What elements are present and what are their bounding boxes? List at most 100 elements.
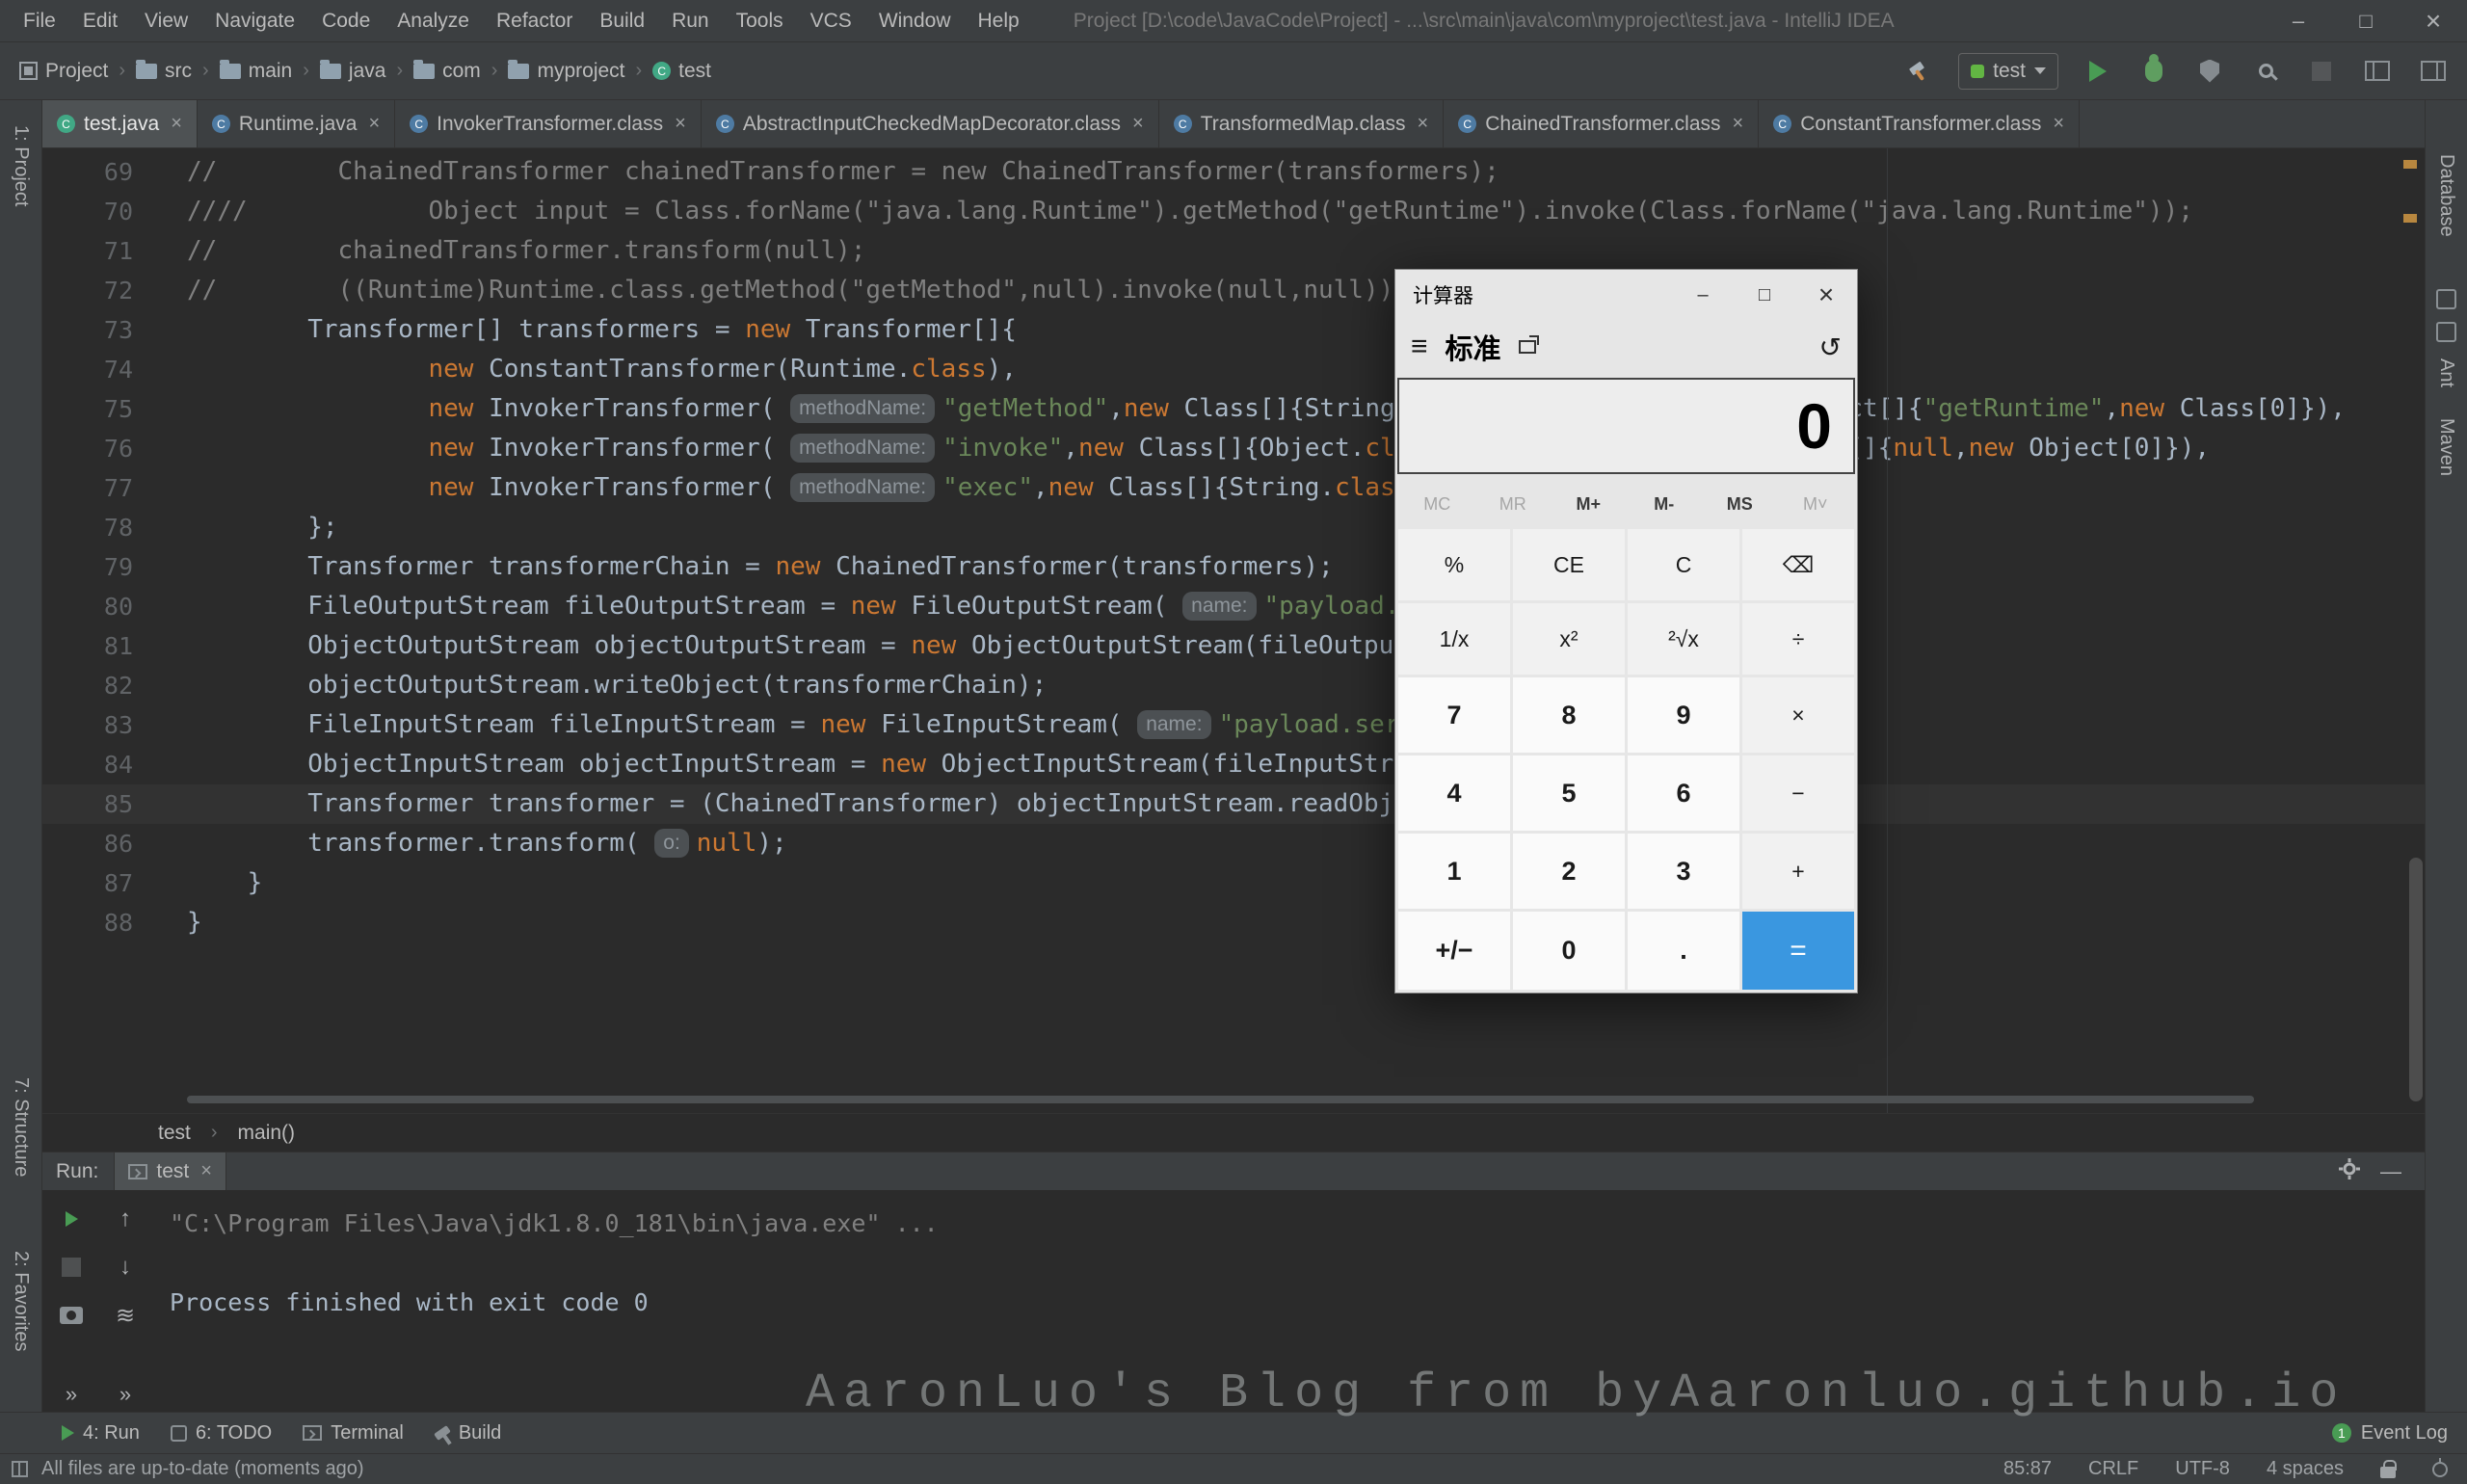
debug-button[interactable] — [2137, 54, 2170, 88]
hide-stripe-chevron[interactable]: » — [112, 1381, 139, 1408]
menu-view[interactable]: View — [131, 0, 201, 41]
tool-strip-maven[interactable]: Maven — [2435, 418, 2457, 476]
tab-test.java[interactable]: Ctest.java × — [42, 100, 198, 147]
tab-TransformedMap.class[interactable]: C TransformedMap.class × — [1159, 100, 1445, 147]
memory-button-M-[interactable]: M- — [1627, 482, 1703, 526]
calc-key-5[interactable]: 5 — [1513, 755, 1625, 831]
tool-strip-structure[interactable]: 7: Structure — [10, 1077, 32, 1177]
close-icon[interactable]: × — [368, 113, 380, 135]
memory-button-MR[interactable]: MR — [1475, 482, 1552, 526]
down-stack-icon[interactable]: ↓ — [112, 1254, 139, 1281]
close-button[interactable]: × — [2400, 0, 2467, 42]
run-tab[interactable]: test × — [114, 1152, 226, 1191]
calc-key-6[interactable]: 6 — [1628, 755, 1739, 831]
tool-strip-favorites[interactable]: 2: Favorites — [10, 1251, 32, 1351]
close-icon[interactable]: × — [1733, 113, 1744, 135]
close-icon[interactable]: × — [675, 113, 686, 135]
breadcrumb-item-main[interactable]: main — [218, 58, 295, 85]
breadcrumb-item-java[interactable]: java — [318, 58, 388, 85]
breadcrumb-item-myproject[interactable]: myproject — [506, 58, 626, 85]
menu-build[interactable]: Build — [586, 0, 658, 41]
run-configuration-select[interactable]: test — [1958, 52, 2058, 90]
line-ending[interactable]: CRLF — [2088, 1458, 2138, 1480]
calc-key-0[interactable]: 0 — [1513, 912, 1625, 990]
calc-key-plus[interactable]: + — [1742, 834, 1854, 909]
calc-key-1[interactable]: 1 — [1398, 834, 1510, 909]
calc-key-square[interactable]: x² — [1513, 603, 1625, 675]
vertical-scrollbar[interactable] — [2409, 858, 2423, 1101]
error-stripe-mark[interactable] — [2403, 160, 2417, 169]
inspections-icon[interactable] — [2432, 1457, 2448, 1477]
error-stripe-mark[interactable] — [2403, 214, 2417, 223]
calc-key-4[interactable]: 4 — [1398, 755, 1510, 831]
file-encoding[interactable]: UTF-8 — [2175, 1458, 2230, 1480]
hide-stripe-chevron[interactable]: » — [58, 1381, 85, 1408]
calc-key-clear[interactable]: C — [1628, 529, 1739, 600]
menu-code[interactable]: Code — [308, 0, 384, 41]
calc-key-7[interactable]: 7 — [1398, 677, 1510, 753]
breadcrumb-item-test[interactable]: Ctest — [650, 58, 713, 85]
menu-file[interactable]: File — [10, 0, 69, 41]
calc-key-clear-entry[interactable]: CE — [1513, 529, 1625, 600]
breadcrumb-item-com[interactable]: com — [411, 58, 483, 85]
calc-maximize-button[interactable]: □ — [1734, 270, 1795, 320]
menu-analyze[interactable]: Analyze — [384, 0, 483, 41]
menu-refactor[interactable]: Refactor — [483, 0, 586, 41]
breadcrumb-item-src[interactable]: src — [134, 58, 194, 85]
close-icon[interactable]: × — [200, 1160, 212, 1182]
calc-key-reciprocal[interactable]: 1/x — [1398, 603, 1510, 675]
calc-close-button[interactable]: × — [1795, 270, 1857, 320]
toolwindow-button-terminal[interactable]: Terminal — [287, 1413, 419, 1454]
tab-Runtime.java[interactable]: C Runtime.java × — [198, 100, 396, 147]
soft-wrap-icon[interactable]: ≋ — [112, 1302, 139, 1329]
tab-InvokerTransformer.class[interactable]: C InvokerTransformer.class × — [395, 100, 702, 147]
code-editor[interactable]: 69// ChainedTransformer chainedTransform… — [42, 148, 2425, 1113]
calc-key-9[interactable]: 9 — [1628, 677, 1739, 753]
build-hammer-icon[interactable] — [1902, 55, 1935, 88]
calc-minimize-button[interactable]: – — [1672, 270, 1734, 320]
search-button[interactable] — [2249, 55, 2282, 88]
hide-panel-icon[interactable]: — — [2380, 1159, 2401, 1184]
memory-button-M˅[interactable]: M˅ — [1778, 482, 1854, 526]
rerun-button[interactable] — [58, 1206, 85, 1232]
memory-button-MS[interactable]: MS — [1702, 482, 1778, 526]
hamburger-menu-icon[interactable]: ≡ — [1411, 332, 1428, 361]
menu-vcs[interactable]: VCS — [797, 0, 865, 41]
toolwindow-button-run[interactable]: 4: Run — [46, 1413, 155, 1454]
calc-key-multiply[interactable]: × — [1742, 677, 1854, 753]
tab-AbstractInputCheckedMapDecorator.class[interactable]: C AbstractInputCheckedMapDecorator.class × — [702, 100, 1159, 147]
menu-window[interactable]: Window — [865, 0, 965, 41]
calc-key-percent[interactable]: % — [1398, 529, 1510, 600]
memory-button-M+[interactable]: M+ — [1551, 482, 1627, 526]
settings-gear-icon[interactable] — [2338, 1157, 2361, 1186]
calc-key-sqrt[interactable]: ²√x — [1628, 603, 1739, 675]
calc-key-2[interactable]: 2 — [1513, 834, 1625, 909]
toolwindow-button-build[interactable]: Build — [419, 1413, 517, 1454]
tool-strip-project[interactable]: 1: Project — [10, 125, 32, 206]
tab-ChainedTransformer.class[interactable]: C ChainedTransformer.class × — [1444, 100, 1760, 147]
calc-key-minus[interactable]: − — [1742, 755, 1854, 831]
tool-strip-database[interactable]: Database — [2435, 154, 2457, 237]
calc-key-decimal[interactable]: . — [1628, 912, 1739, 990]
close-icon[interactable]: × — [1418, 113, 1429, 135]
horizontal-scrollbar[interactable] — [187, 1096, 2386, 1103]
calculator-title-bar[interactable]: 计算器 – □ × — [1395, 270, 1857, 320]
stop-console-button[interactable] — [58, 1254, 85, 1281]
run-button[interactable] — [2082, 55, 2114, 88]
calc-key-backspace[interactable]: ⌫ — [1742, 529, 1854, 600]
layout-right-icon[interactable] — [2417, 55, 2450, 88]
close-icon[interactable]: × — [171, 113, 182, 135]
toolwindow-button-todo[interactable]: 6: TODO — [155, 1413, 287, 1454]
calc-key-negate[interactable]: +/− — [1398, 912, 1510, 990]
breadcrumb-item-Project[interactable]: Project — [17, 58, 110, 85]
up-stack-icon[interactable]: ↑ — [112, 1206, 139, 1232]
indent-setting[interactable]: 4 spaces — [2267, 1458, 2344, 1480]
tool-strip-icon[interactable] — [2436, 289, 2456, 309]
breadcrumb-method[interactable]: main() — [238, 1122, 296, 1145]
tool-strip-icon[interactable] — [2436, 322, 2456, 342]
stop-button[interactable] — [2305, 55, 2338, 88]
history-icon[interactable]: ↺ — [1819, 331, 1842, 363]
tool-strip-ant[interactable]: Ant — [2435, 358, 2457, 387]
lock-icon[interactable] — [2380, 1459, 2397, 1478]
calc-key-equals[interactable]: = — [1742, 912, 1854, 990]
